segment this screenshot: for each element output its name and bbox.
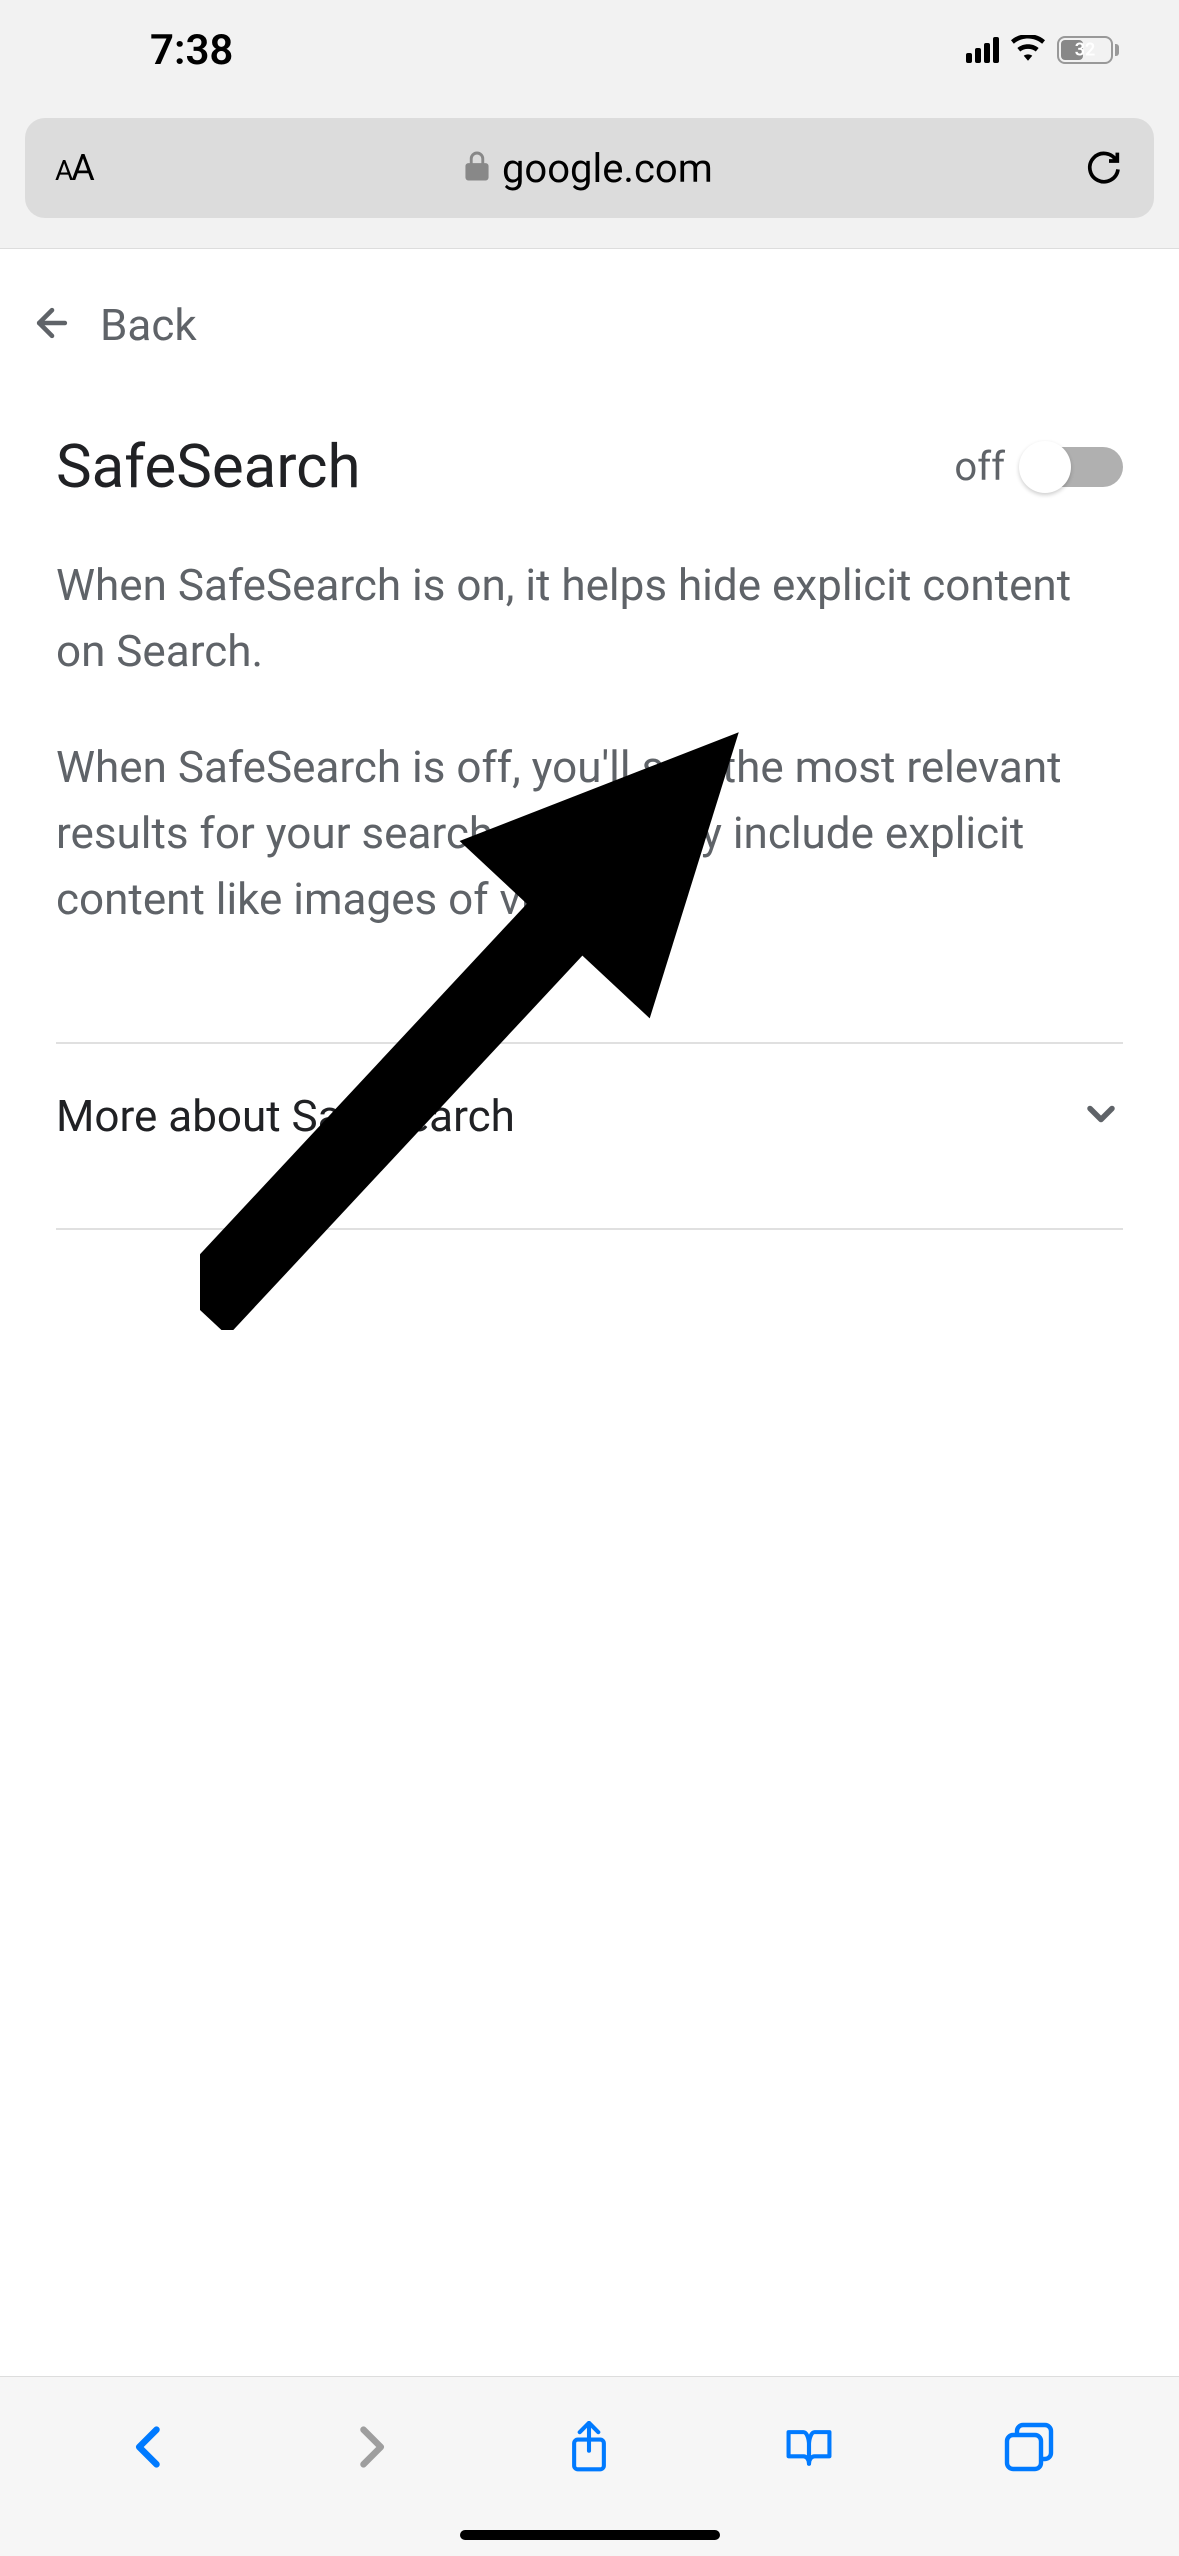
bookmarks-button[interactable] [783, 2421, 835, 2473]
more-about-button[interactable]: More about SafeSearch [0, 1044, 1179, 1188]
browser-back-button[interactable] [124, 2421, 176, 2473]
reload-button[interactable] [1084, 144, 1124, 192]
toggle-state-label: off [954, 443, 1005, 490]
tabs-button[interactable] [1003, 2421, 1055, 2473]
divider [56, 1228, 1123, 1230]
page-content: Back SafeSearch off When SafeSearch is o… [0, 249, 1179, 1230]
chevron-down-icon [1079, 1092, 1123, 1140]
lock-icon [464, 150, 490, 186]
status-icons: 32 [966, 35, 1119, 65]
text-size-button[interactable]: AA [55, 147, 93, 189]
safesearch-toggle-group: off [954, 443, 1123, 490]
page-title: SafeSearch [56, 431, 361, 502]
back-button[interactable]: Back [0, 249, 1179, 391]
desc-on: When SafeSearch is on, it helps hide exp… [56, 552, 1123, 684]
battery-percentage: 32 [1075, 40, 1096, 61]
home-indicator[interactable] [460, 2530, 720, 2540]
arrow-left-icon [30, 301, 74, 349]
url-text: google.com [502, 145, 713, 192]
wifi-icon [1011, 35, 1045, 65]
more-label: More about SafeSearch [56, 1090, 515, 1142]
toggle-knob [1019, 441, 1071, 493]
back-label: Back [100, 299, 197, 351]
url-bar[interactable]: AA google.com [25, 118, 1154, 218]
description-text: When SafeSearch is on, it helps hide exp… [0, 532, 1179, 1002]
browser-forward-button[interactable] [344, 2421, 396, 2473]
browser-toolbar [0, 2376, 1179, 2556]
share-button[interactable] [563, 2421, 615, 2473]
cellular-signal-icon [966, 37, 999, 63]
url-display[interactable]: google.com [93, 145, 1084, 192]
safesearch-toggle[interactable] [1023, 447, 1123, 487]
battery-icon: 32 [1057, 36, 1119, 64]
browser-url-section: AA google.com [0, 100, 1179, 249]
desc-off: When SafeSearch is off, you'll see the m… [56, 734, 1123, 932]
status-time: 7:38 [150, 26, 233, 75]
status-bar: 7:38 32 [0, 0, 1179, 100]
